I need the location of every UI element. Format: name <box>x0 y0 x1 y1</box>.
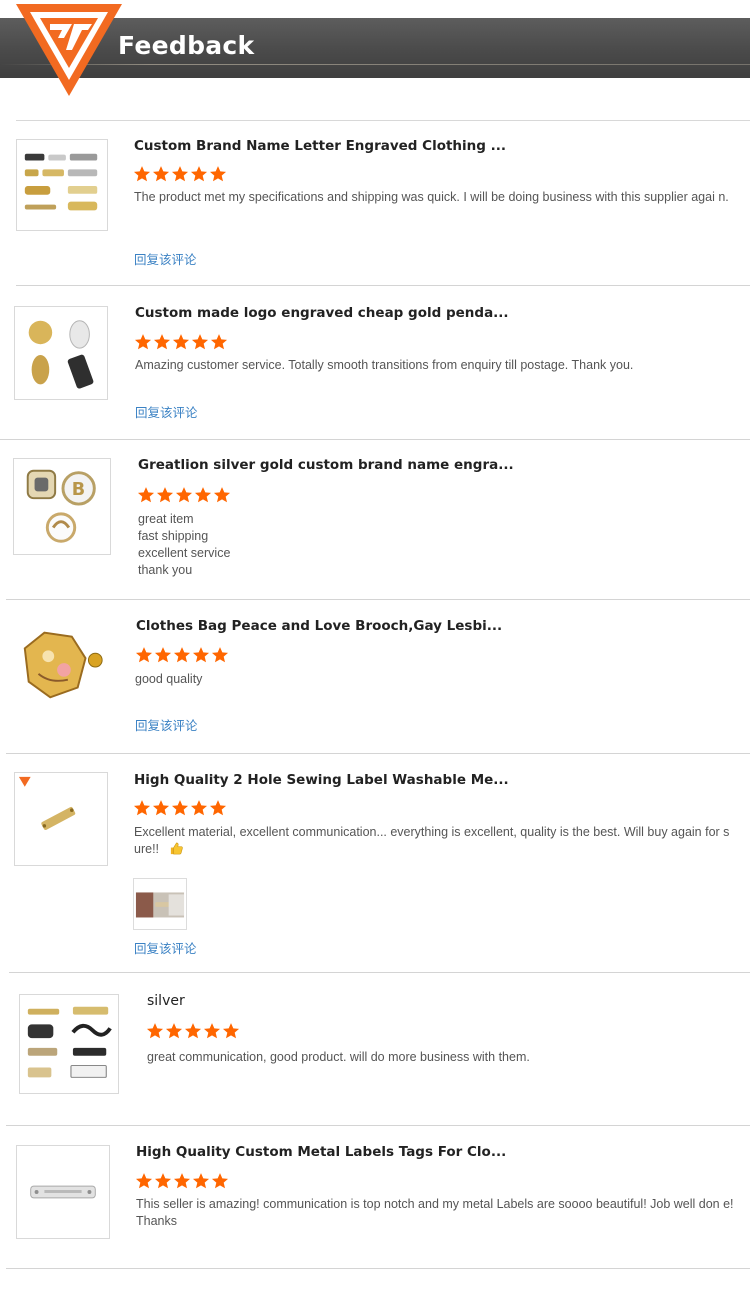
rating-stars <box>135 1172 229 1190</box>
star-icon <box>146 1023 164 1039</box>
divider <box>6 599 750 600</box>
review-product-title[interactable]: silver <box>147 993 185 1009</box>
star-icon <box>137 487 155 503</box>
star-icon <box>152 800 170 816</box>
rating-stars <box>133 165 227 183</box>
customer-photo-thumbnail[interactable] <box>133 878 187 930</box>
star-icon <box>173 1173 191 1189</box>
review-comment-text: Excellent material, excellent communicat… <box>134 825 730 856</box>
metal-labels-assortment-thumbnail[interactable] <box>19 994 119 1094</box>
star-icon <box>135 1173 153 1189</box>
divider <box>16 285 750 286</box>
svg-text:B: B <box>72 480 85 500</box>
star-icon <box>211 647 229 663</box>
star-icon <box>171 166 189 182</box>
star-icon <box>191 334 209 350</box>
star-icon <box>152 166 170 182</box>
divider <box>0 439 750 440</box>
thumbs-up-emoji-icon <box>170 842 183 855</box>
divider <box>6 1268 750 1269</box>
rating-stars <box>134 333 228 351</box>
divider <box>16 120 750 121</box>
star-icon <box>156 487 174 503</box>
review-comment: The product met my specifications and sh… <box>134 190 729 204</box>
rating-stars <box>133 799 227 817</box>
review-comment: This seller is amazing! communication is… <box>136 1197 734 1228</box>
star-icon <box>190 800 208 816</box>
reply-link[interactable]: 回复该评论 <box>135 402 198 421</box>
star-icon <box>172 334 190 350</box>
enamel-brooch-thumbnail[interactable] <box>14 618 110 714</box>
star-icon <box>210 334 228 350</box>
silver-gold-brand-charms-thumbnail[interactable]: B <box>13 458 111 555</box>
star-icon <box>153 334 171 350</box>
rating-stars <box>137 486 231 504</box>
star-icon <box>154 1173 172 1189</box>
star-icon <box>133 800 151 816</box>
star-icon <box>194 487 212 503</box>
review-comment: good quality <box>135 672 203 686</box>
star-icon <box>211 1173 229 1189</box>
review-product-title[interactable]: Custom made logo engraved cheap gold pen… <box>135 305 509 321</box>
rating-stars <box>146 1022 240 1040</box>
review-comment-line: fast shipping <box>138 529 209 543</box>
star-icon <box>213 487 231 503</box>
review-comment: Amazing customer service. Totally smooth… <box>135 358 634 372</box>
reply-link[interactable]: 回复该评论 <box>134 249 197 268</box>
brand-logo-icon <box>16 4 122 96</box>
review-comment-line: thank you <box>138 563 193 577</box>
divider <box>6 1125 750 1126</box>
star-icon <box>171 800 189 816</box>
divider <box>6 753 750 754</box>
sewing-label-thumbnail[interactable] <box>14 772 108 866</box>
review-product-title[interactable]: High Quality 2 Hole Sewing Label Washabl… <box>134 772 509 788</box>
review-comment: Excellent material, excellent communicat… <box>134 824 740 858</box>
review-product-title[interactable]: High Quality Custom Metal Labels Tags Fo… <box>136 1144 506 1160</box>
star-icon <box>184 1023 202 1039</box>
star-icon <box>133 166 151 182</box>
star-icon <box>173 647 191 663</box>
star-icon <box>192 1173 210 1189</box>
review-product-title[interactable]: Clothes Bag Peace and Love Brooch,Gay Le… <box>136 618 502 634</box>
star-icon <box>154 647 172 663</box>
review-comment-line: excellent service <box>138 546 231 560</box>
review-comment: great communication, good product. will … <box>147 1050 530 1064</box>
review-comment-line: great item <box>138 512 194 526</box>
star-icon <box>134 334 152 350</box>
reply-link[interactable]: 回复该评论 <box>135 715 198 734</box>
star-icon <box>135 647 153 663</box>
star-icon <box>190 166 208 182</box>
review-product-title[interactable]: Custom Brand Name Letter Engraved Clothi… <box>134 138 506 154</box>
star-icon <box>165 1023 183 1039</box>
page-title: Feedback <box>118 31 255 60</box>
star-icon <box>222 1023 240 1039</box>
reply-link[interactable]: 回复该评论 <box>134 938 197 957</box>
rating-stars <box>135 646 229 664</box>
review-comment: great item fast shipping excellent servi… <box>138 511 438 579</box>
star-icon <box>175 487 193 503</box>
gold-pendant-tags-thumbnail[interactable] <box>14 306 108 400</box>
star-icon <box>192 647 210 663</box>
star-icon <box>203 1023 221 1039</box>
review-product-title[interactable]: Greatlion silver gold custom brand name … <box>138 457 514 473</box>
silver-metal-tag-thumbnail[interactable] <box>16 1145 110 1239</box>
star-icon <box>209 166 227 182</box>
divider <box>9 972 750 973</box>
engraved-letter-labels-thumbnail[interactable] <box>16 139 108 231</box>
star-icon <box>209 800 227 816</box>
